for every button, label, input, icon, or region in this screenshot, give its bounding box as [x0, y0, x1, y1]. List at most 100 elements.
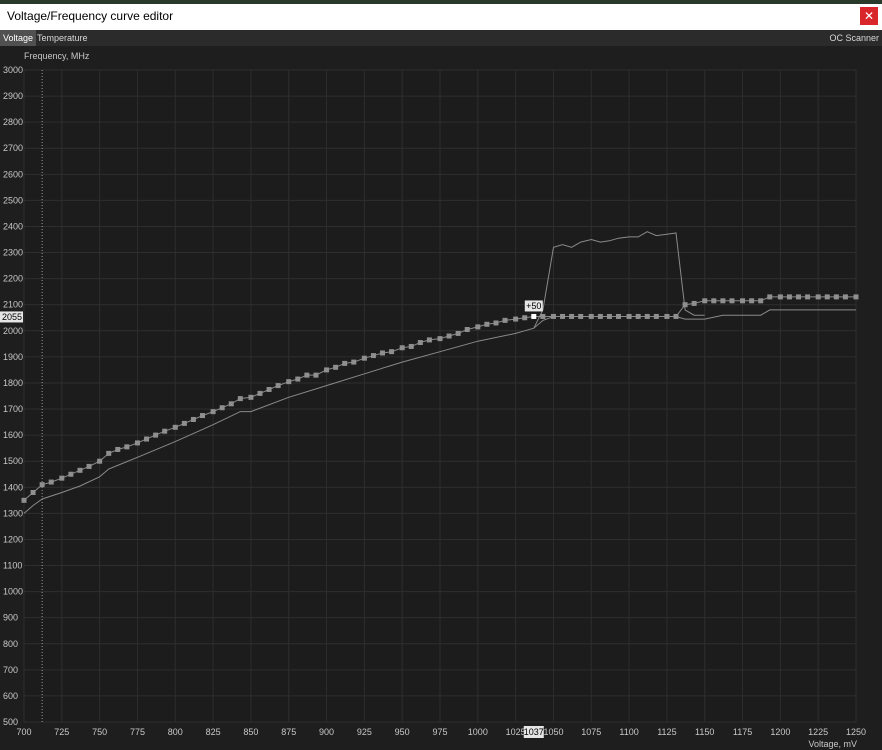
curve-point[interactable]: [181, 420, 187, 426]
curve-point[interactable]: [48, 479, 54, 485]
curve-point[interactable]: [313, 372, 319, 378]
curve-point[interactable]: [361, 355, 367, 361]
curve-point[interactable]: [635, 313, 641, 319]
y-tick-label: 2200: [3, 274, 23, 284]
curve-point[interactable]: [190, 416, 196, 422]
curve-point[interactable]: [833, 294, 839, 300]
curve-point[interactable]: [842, 294, 848, 300]
y-tick-label: 1200: [3, 534, 23, 544]
curve-point[interactable]: [399, 345, 405, 351]
tab-bar: Voltage Temperature OC Scanner: [0, 30, 882, 46]
curve-point[interactable]: [351, 359, 357, 365]
curve-point[interactable]: [777, 294, 783, 300]
curve-point[interactable]: [115, 446, 121, 452]
curve-point[interactable]: [550, 313, 556, 319]
curve-point[interactable]: [569, 313, 575, 319]
curve-point[interactable]: [389, 349, 395, 355]
curve-point[interactable]: [513, 316, 519, 322]
curve-point[interactable]: [144, 436, 150, 442]
curve-point[interactable]: [86, 463, 92, 469]
curve-point[interactable]: [266, 386, 272, 392]
curve-point[interactable]: [39, 482, 45, 488]
curve-point[interactable]: [720, 298, 726, 304]
curve-point[interactable]: [162, 428, 168, 434]
curve-point[interactable]: [484, 321, 490, 327]
curve-point[interactable]: [644, 313, 650, 319]
curve-point[interactable]: [740, 298, 746, 304]
curve-point[interactable]: [786, 294, 792, 300]
curve-point[interactable]: [578, 313, 584, 319]
y-axis-label: Frequency, MHz: [24, 51, 90, 61]
x-tick-label: 1025: [506, 727, 526, 737]
curve-point[interactable]: [210, 409, 216, 415]
curve-point[interactable]: [749, 298, 755, 304]
curve-point[interactable]: [417, 340, 423, 346]
curve-point[interactable]: [493, 320, 499, 326]
curve-point[interactable]: [295, 376, 301, 382]
curve-point[interactable]: [626, 313, 632, 319]
curve-point[interactable]: [134, 440, 140, 446]
curve-point[interactable]: [853, 294, 859, 300]
tab-voltage[interactable]: Voltage: [0, 30, 37, 46]
curve-point[interactable]: [606, 313, 612, 319]
curve-point[interactable]: [408, 343, 414, 349]
curve-point[interactable]: [153, 432, 159, 438]
curve-point[interactable]: [21, 497, 27, 503]
curve-point[interactable]: [77, 467, 83, 473]
oc-scanner-button[interactable]: OC Scanner: [829, 30, 879, 46]
curve-point[interactable]: [97, 458, 103, 464]
curve-point[interactable]: [758, 298, 764, 304]
curve-point[interactable]: [815, 294, 821, 300]
curve-point[interactable]: [275, 383, 281, 389]
curve-point[interactable]: [673, 313, 679, 319]
curve-point[interactable]: [370, 353, 376, 359]
close-button[interactable]: ✕: [860, 7, 878, 25]
curve-point[interactable]: [455, 330, 461, 336]
curve-point[interactable]: [333, 364, 339, 370]
curve-point[interactable]: [664, 313, 670, 319]
curve-point[interactable]: [560, 313, 566, 319]
curve-point[interactable]: [597, 313, 603, 319]
curve-point[interactable]: [475, 324, 481, 330]
curve-point[interactable]: [522, 315, 528, 321]
curve-point[interactable]: [796, 294, 802, 300]
vf-curve-chart[interactable]: 500 600 700 800 900 1000 1100 1200 1300 1400 1500 1…: [0, 46, 882, 750]
curve-point[interactable]: [200, 413, 206, 419]
curve-point[interactable]: [437, 336, 443, 342]
curve-point[interactable]: [380, 350, 386, 356]
curve-point[interactable]: [228, 401, 234, 407]
curve-point[interactable]: [691, 300, 697, 306]
curve-point[interactable]: [304, 372, 310, 378]
curve-point[interactable]: [30, 489, 36, 495]
curve-point[interactable]: [68, 471, 74, 477]
curve-point[interactable]: [711, 298, 717, 304]
curve-point[interactable]: [446, 333, 452, 339]
curve-point[interactable]: [702, 298, 708, 304]
curve-point[interactable]: [342, 360, 348, 366]
curve-point[interactable]: [729, 298, 735, 304]
curve-point[interactable]: [805, 294, 811, 300]
curve-point[interactable]: [464, 326, 470, 332]
curve-point[interactable]: [426, 337, 432, 343]
curve-point[interactable]: [59, 475, 65, 481]
curve-point[interactable]: [324, 367, 330, 373]
curve-point[interactable]: [824, 294, 830, 300]
curve-point[interactable]: [172, 424, 178, 430]
selected-curve-point[interactable]: [531, 313, 537, 319]
curve-point[interactable]: [286, 379, 292, 385]
curve-point[interactable]: [588, 313, 594, 319]
curve-point[interactable]: [682, 302, 688, 308]
tab-temperature[interactable]: Temperature: [34, 30, 91, 46]
curve-point[interactable]: [616, 313, 622, 319]
curve-point[interactable]: [767, 294, 773, 300]
curve-point[interactable]: [502, 317, 508, 323]
curve-point[interactable]: [219, 405, 225, 411]
curve-point[interactable]: [248, 394, 254, 400]
curve-point[interactable]: [106, 450, 112, 456]
curve-point[interactable]: [257, 390, 263, 396]
y-tick-label: 1100: [3, 561, 22, 571]
curve-point[interactable]: [653, 313, 659, 319]
curve-point[interactable]: [237, 396, 243, 402]
curve-point[interactable]: [540, 313, 546, 319]
curve-point[interactable]: [124, 444, 130, 450]
